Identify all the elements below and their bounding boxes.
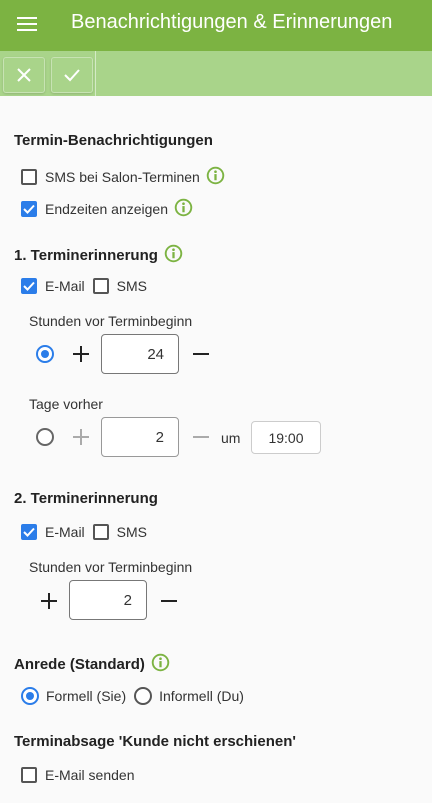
erinnerung-1-sms-checkbox[interactable]	[92, 278, 109, 294]
endzeiten-label: Endzeiten anzeigen	[45, 201, 168, 217]
section-title-erinnerung-2: 2. Terminerinnerung	[14, 490, 158, 507]
decrement-hours-2-button[interactable]	[161, 593, 177, 609]
erinnerung-1-days-label: Tage vorher	[29, 396, 103, 412]
cancel-button[interactable]	[3, 57, 45, 93]
erinnerung-1-hours-input[interactable]: 24	[101, 334, 179, 374]
erinnerung-2-email-checkbox[interactable]	[21, 524, 37, 540]
toolbar-divider	[95, 51, 96, 96]
erinnerung-2-channels: E-Mail SMS	[21, 524, 147, 540]
section-title-erinnerung-1: 1. Terminerinnerung	[14, 244, 183, 267]
page-title: Benachrichtigungen & Erinnerungen	[71, 11, 393, 33]
anrede-title: Anrede (Standard)	[14, 656, 145, 673]
endzeiten-option[interactable]: Endzeiten anzeigen	[21, 198, 193, 220]
menu-icon[interactable]	[17, 15, 37, 33]
endzeiten-checkbox[interactable]	[21, 201, 37, 217]
erinnerung-1-channels: E-Mail SMS	[21, 278, 147, 294]
save-button[interactable]	[51, 57, 93, 93]
erinnerung-2-sms-checkbox[interactable]	[92, 524, 109, 540]
increment-hours-button[interactable]	[73, 346, 89, 362]
info-icon[interactable]	[151, 653, 170, 676]
erinnerung-1-email-checkbox[interactable]	[21, 278, 37, 294]
erinnerung-2-email-label: E-Mail	[45, 524, 85, 540]
anrede-options: Formell (Sie) Informell (Du)	[21, 687, 244, 705]
erinnerung-1-hours-radio[interactable]	[36, 345, 54, 363]
info-icon[interactable]	[164, 244, 183, 267]
section-title-anrede: Anrede (Standard)	[14, 653, 170, 676]
increment-days-button[interactable]	[73, 429, 89, 445]
absage-email-option[interactable]: E-Mail senden	[21, 767, 135, 783]
section-title-termin-benachrichtigungen: Termin-Benachrichtigungen	[14, 132, 213, 149]
erinnerung-2-hours-input[interactable]: 2	[69, 580, 147, 620]
erinnerung-1-hours-label: Stunden vor Terminbeginn	[29, 313, 193, 329]
section-title-terminabsage: Terminabsage 'Kunde nicht erschienen'	[14, 733, 296, 750]
sms-salon-label: SMS bei Salon-Terminen	[45, 169, 200, 185]
absage-email-checkbox[interactable]	[21, 767, 37, 783]
info-icon[interactable]	[206, 166, 225, 188]
sms-salon-checkbox[interactable]	[21, 169, 37, 185]
formell-radio[interactable]	[21, 687, 39, 705]
informell-label: Informell (Du)	[159, 688, 244, 704]
sms-salon-termine-option[interactable]: SMS bei Salon-Terminen	[21, 166, 225, 188]
erinnerung-1-title: 1. Terminerinnerung	[14, 247, 158, 264]
erinnerung-2-sms-label: SMS	[116, 524, 148, 540]
informell-radio[interactable]	[134, 687, 153, 705]
close-icon	[17, 68, 31, 82]
decrement-days-button[interactable]	[193, 429, 209, 445]
info-icon[interactable]	[174, 198, 193, 220]
um-label: um	[221, 430, 241, 446]
decrement-hours-button[interactable]	[193, 346, 209, 362]
erinnerung-1-days-radio[interactable]	[36, 428, 54, 446]
erinnerung-1-sms-label: SMS	[116, 278, 148, 294]
check-icon	[64, 69, 80, 82]
increment-hours-2-button[interactable]	[41, 593, 57, 609]
app-bar: Benachrichtigungen & Erinnerungen	[0, 0, 432, 51]
absage-email-label: E-Mail senden	[45, 767, 135, 783]
erinnerung-1-days-input[interactable]: 2	[101, 417, 179, 457]
erinnerung-2-hours-label: Stunden vor Terminbeginn	[29, 559, 193, 575]
time-input[interactable]: 19:00	[251, 421, 321, 454]
erinnerung-1-email-label: E-Mail	[45, 278, 85, 294]
formell-label: Formell (Sie)	[46, 688, 127, 704]
